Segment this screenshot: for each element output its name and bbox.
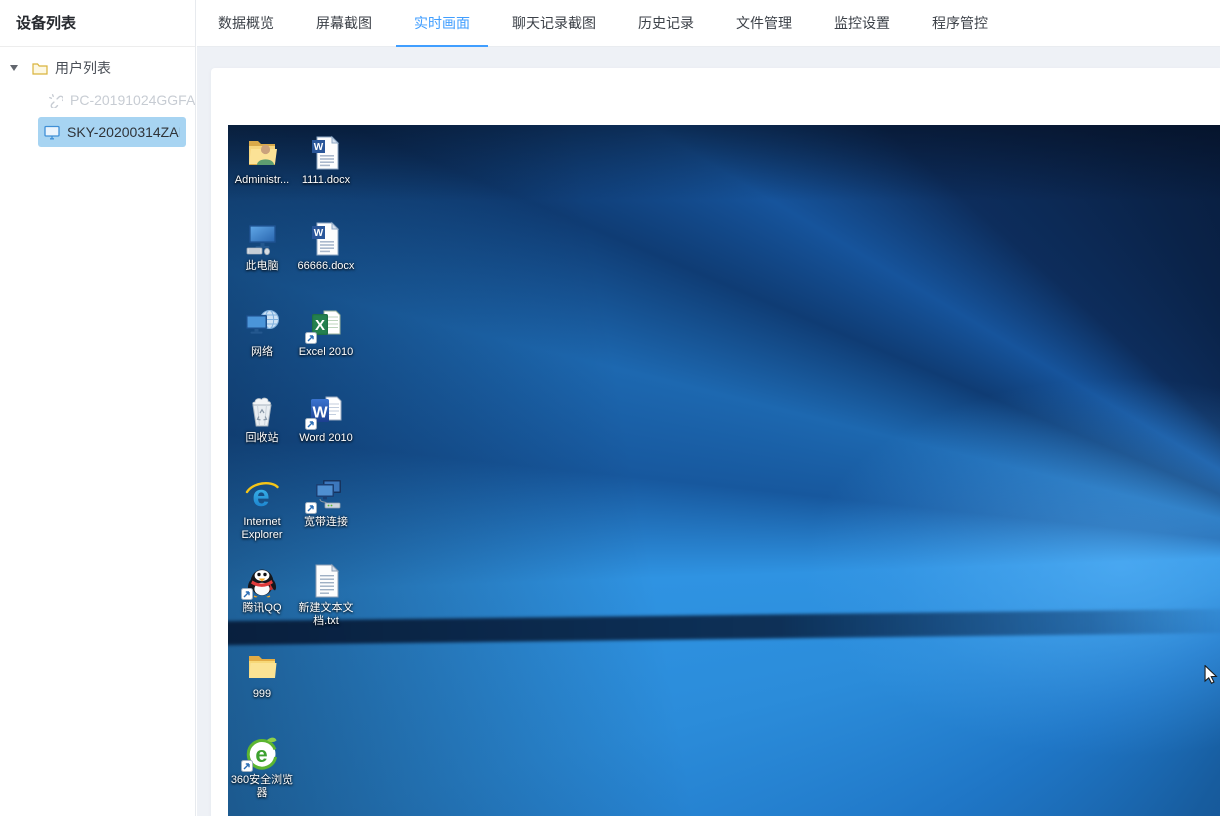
shortcut-arrow-icon bbox=[305, 332, 317, 344]
word-document-icon: W bbox=[306, 135, 346, 171]
device-tree: 用户列表 PC-20191024GGFA SKY-20200314ZAI bbox=[0, 47, 195, 147]
device-name: SKY-20200314ZAI bbox=[67, 124, 180, 140]
app-root: 设备列表 用户列表 PC-20191024GGFA SKY-20200314ZA… bbox=[0, 0, 1220, 816]
live-view-card: Administr... W 1111.docx 此电脑 W 66666.doc… bbox=[211, 68, 1220, 816]
excel-icon: X bbox=[305, 307, 346, 344]
wallpaper-dark-band bbox=[228, 608, 1220, 646]
desktop-icon-label: 宽带连接 bbox=[304, 516, 348, 528]
desktop-icon-word-2010[interactable]: W Word 2010 bbox=[294, 393, 358, 445]
tab-bar: 数据概览 屏幕截图 实时画面 聊天记录截图 历史记录 文件管理 监控设置 程序管… bbox=[197, 0, 1220, 47]
tree-node-device-offline[interactable]: PC-20191024GGFA bbox=[0, 85, 195, 115]
tree-node-device-selected[interactable]: SKY-20200314ZAI bbox=[38, 117, 186, 147]
tab-file-manager[interactable]: 文件管理 bbox=[736, 0, 792, 46]
browser-360-icon: e bbox=[241, 735, 282, 772]
user-folder-icon bbox=[242, 135, 282, 171]
desktop-icon-qq[interactable]: 腾讯QQ bbox=[230, 563, 294, 615]
svg-text:W: W bbox=[314, 228, 324, 239]
mouse-cursor-icon bbox=[1204, 664, 1218, 689]
desktop-icon-recycle-bin[interactable]: 回收站 bbox=[230, 393, 294, 445]
desktop-icon-label: 腾讯QQ bbox=[242, 602, 282, 614]
remote-desktop-view[interactable]: Administr... W 1111.docx 此电脑 W 66666.doc… bbox=[228, 125, 1220, 816]
desktop-icon-excel-2010[interactable]: X Excel 2010 bbox=[294, 307, 358, 359]
monitor-icon bbox=[44, 125, 60, 140]
sidebar-title: 设备列表 bbox=[0, 0, 195, 47]
desktop-icon-label: 新建文本文档.txt bbox=[298, 602, 354, 627]
desktop-icon-label: Excel 2010 bbox=[298, 346, 354, 358]
shortcut-arrow-icon bbox=[305, 418, 317, 430]
qq-penguin-icon bbox=[241, 563, 282, 600]
caret-down-icon[interactable] bbox=[10, 65, 18, 71]
recycle-bin-icon bbox=[242, 393, 282, 429]
tab-monitor-settings[interactable]: 监控设置 bbox=[834, 0, 890, 46]
desktop-icon-1111-docx[interactable]: W 1111.docx bbox=[294, 135, 358, 187]
desktop-icon-label: 回收站 bbox=[245, 432, 279, 444]
tab-screen-capture[interactable]: 屏幕截图 bbox=[316, 0, 372, 46]
word-document-icon: W bbox=[306, 221, 346, 257]
shortcut-arrow-icon bbox=[305, 502, 317, 514]
text-document-icon bbox=[306, 563, 346, 599]
desktop-icon-broadband[interactable]: 宽带连接 bbox=[294, 477, 358, 529]
desktop-icon-new-text-doc[interactable]: 新建文本文档.txt bbox=[294, 563, 358, 628]
this-pc-icon bbox=[242, 221, 282, 257]
desktop-icon-label: 1111.docx bbox=[301, 174, 351, 186]
svg-text:W: W bbox=[314, 142, 324, 153]
desktop-icon-999-folder[interactable]: 999 bbox=[230, 649, 294, 701]
desktop-icon-internet-explorer[interactable]: e Internet Explorer bbox=[230, 477, 294, 542]
tree-node-user-group[interactable]: 用户列表 bbox=[0, 53, 195, 83]
tab-chat-record[interactable]: 聊天记录截图 bbox=[512, 0, 596, 46]
svg-text:e: e bbox=[255, 742, 267, 767]
internet-explorer-icon: e bbox=[242, 477, 282, 513]
word-icon: W bbox=[305, 393, 346, 430]
tab-live-view[interactable]: 实时画面 bbox=[396, 0, 488, 47]
folder-icon bbox=[32, 61, 48, 75]
shortcut-arrow-icon bbox=[241, 588, 253, 600]
desktop-icon-label: Internet Explorer bbox=[241, 516, 283, 541]
broadband-connection-icon bbox=[305, 477, 346, 514]
device-name: PC-20191024GGFA bbox=[70, 92, 195, 108]
device-list-sidebar: 设备列表 用户列表 PC-20191024GGFA SKY-20200314ZA… bbox=[0, 0, 196, 816]
folder-icon bbox=[242, 649, 282, 685]
desktop-icon-360-browser[interactable]: e 360安全浏览器 bbox=[230, 735, 294, 800]
desktop-icon-label: 360安全浏览器 bbox=[230, 774, 294, 799]
desktop-icon-66666-docx[interactable]: W 66666.docx bbox=[294, 221, 358, 273]
content-area: Administr... W 1111.docx 此电脑 W 66666.doc… bbox=[197, 47, 1220, 816]
desktop-icon-label: 此电脑 bbox=[245, 260, 279, 272]
desktop-icon-label: 66666.docx bbox=[297, 260, 355, 272]
desktop-icon-this-pc[interactable]: 此电脑 bbox=[230, 221, 294, 273]
desktop-icon-label: 网络 bbox=[251, 346, 273, 358]
tab-program-control[interactable]: 程序管控 bbox=[932, 0, 988, 46]
broken-link-icon bbox=[48, 93, 63, 108]
desktop-icon-label: Word 2010 bbox=[299, 432, 353, 444]
desktop-icon-label: Administr... bbox=[234, 174, 290, 186]
network-icon bbox=[242, 307, 282, 343]
tab-data-overview[interactable]: 数据概览 bbox=[218, 0, 274, 46]
tab-history[interactable]: 历史记录 bbox=[638, 0, 694, 46]
desktop-icon-network[interactable]: 网络 bbox=[230, 307, 294, 359]
tree-node-label: 用户列表 bbox=[55, 60, 111, 76]
desktop-icon-label: 999 bbox=[252, 688, 272, 700]
desktop-icon-administrator[interactable]: Administr... bbox=[230, 135, 294, 187]
shortcut-arrow-icon bbox=[241, 760, 253, 772]
